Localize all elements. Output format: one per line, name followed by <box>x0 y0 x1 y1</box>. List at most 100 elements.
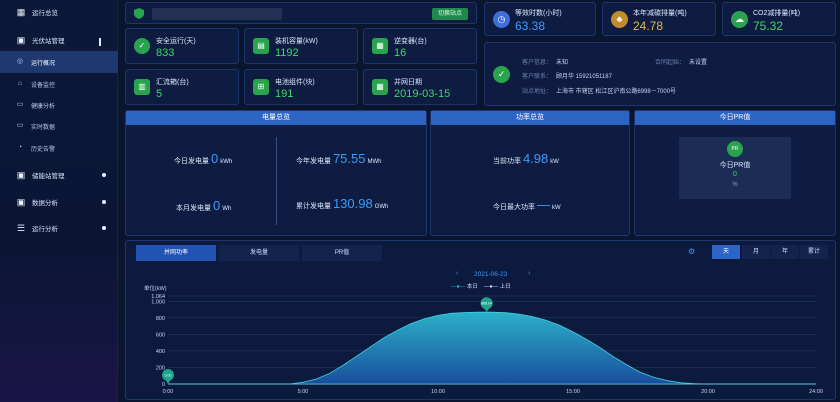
kpi-co2-reduction: ☁ CO2减排量(吨) 75.32 <box>722 2 836 36</box>
month-energy-unit: Wh <box>222 206 232 212</box>
field-key: 站点地址： <box>522 89 553 95</box>
kpi-label: 本年减碳排量(吨) <box>633 10 687 17</box>
pr-icon: PR <box>727 141 743 157</box>
shield-check-icon: ✓ <box>134 38 150 54</box>
dashboard-icon: ▦ <box>16 7 26 17</box>
sidebar-item-label: 历史告警 <box>31 146 56 153</box>
stat-label: 逆变器(台) <box>394 38 427 45</box>
year-energy-unit: MWh <box>367 159 382 165</box>
today-energy-label: 今日发电量 <box>174 158 209 165</box>
sidebar-item-storage[interactable]: ▣ 储能站管理 <box>0 164 118 186</box>
max-power-value: — <box>536 197 550 212</box>
energy-overview-panel: 电量总览 今日发电量 0 kWh 本月发电量 0 Wh 今年发电量 75.55 MWh… <box>125 110 427 236</box>
y-tick-label: 600 <box>156 332 165 338</box>
pr-box: PR 今日PR值 0 % <box>679 137 791 199</box>
sidebar-item-alarms[interactable]: ◔ 历史告警 <box>0 137 118 159</box>
x-tick-label: 5:00 <box>298 389 309 395</box>
stat-value: 833 <box>156 47 175 59</box>
year-energy-value: 75.55 <box>332 151 366 166</box>
marker-label: 0.00 <box>165 374 172 378</box>
calendar-icon: ▦ <box>372 79 388 95</box>
x-tick-label: 24:00 <box>809 389 823 395</box>
expand-dot-icon <box>102 200 106 204</box>
stat-card-safe-days: ✓ 安全运行(天) 833 <box>125 28 239 64</box>
month-energy: 本月发电量 0 Wh <box>176 198 231 213</box>
x-tick-label: 0:00 <box>163 389 174 395</box>
chart-icon: ☰ <box>16 223 26 233</box>
kpi-value: 63.38 <box>515 19 546 33</box>
field-value: 未知 <box>556 60 569 66</box>
field-value: 顾月华 15921051187 <box>556 74 612 80</box>
tree-icon: ♣ <box>611 11 628 28</box>
address-row: 站点地址： 上海市 市辖区 松江区沪南公路6998－7000号 <box>522 86 676 95</box>
kpi-label: CO2减排量(吨) <box>753 10 801 17</box>
stat-value: 5 <box>156 88 163 100</box>
marker-pointer <box>483 307 490 313</box>
contract-row: 合同起始： 未设置 <box>655 57 707 66</box>
sidebar-item-overview[interactable]: ▦ 运行总览 <box>0 1 118 23</box>
stat-value: 1192 <box>275 47 299 59</box>
sidebar-item-run-analysis[interactable]: ☰ 运行分析 <box>0 217 118 239</box>
stat-label: 并网日期 <box>394 79 422 86</box>
total-energy-label: 累计发电量 <box>296 203 331 210</box>
customer-info-panel: ✓ 客户信息： 未知 合同起始： 未设置 客户联系： 顾月华 15921051187 … <box>484 42 836 106</box>
stat-card-grid-date: ▦ 并网日期 2019-03-15 <box>363 69 477 105</box>
total-energy: 累计发电量 130.98 GWh <box>296 196 388 211</box>
sidebar-item-label: 数据分析 <box>32 200 58 207</box>
stat-value: 16 <box>394 47 407 59</box>
pr-unit: % <box>732 182 738 188</box>
today-energy: 今日发电量 0 kWh <box>174 151 232 166</box>
stat-card-capacity: ▤ 装机容量(kW) 1192 <box>244 28 358 64</box>
contact-row: 客户联系： 顾月华 15921051187 <box>522 71 612 80</box>
x-tick-label: 15:00 <box>566 389 580 395</box>
total-energy-unit: GWh <box>374 204 389 210</box>
power-overview-panel: 功率总览 当前功率 4.98 kW 今日最大功率 — kW <box>430 110 630 236</box>
sidebar: ▦ 运行总览 ▣ 光伏站管理 ◎ 运行概况 ⌂ 设备监控 ▭ 健康分析 ▭ 实时… <box>0 0 118 402</box>
stat-card-combiner: ▥ 汇流箱(台) 5 <box>125 69 239 105</box>
battery-icon: ▣ <box>16 170 26 180</box>
site-bar: 切换站点 <box>125 2 477 24</box>
kpi-value: 75.32 <box>753 19 784 33</box>
stat-value: 2019-03-15 <box>394 88 451 100</box>
capacity-icon: ▤ <box>253 38 269 54</box>
marker-label: 868.04 <box>481 302 492 306</box>
month-energy-value: 0 <box>212 198 221 213</box>
sidebar-item-run-status[interactable]: ◎ 运行概况 <box>0 51 118 73</box>
sidebar-item-device-monitor[interactable]: ⌂ 设备监控 <box>0 73 118 95</box>
today-energy-value: 0 <box>210 151 219 166</box>
field-key: 合同起始： <box>655 60 686 66</box>
field-key: 客户信息： <box>522 60 553 66</box>
module-icon: ⊞ <box>253 79 269 95</box>
sidebar-item-label: 储能站管理 <box>32 173 65 180</box>
inverter-icon: ▦ <box>372 38 388 54</box>
analysis-icon: ▣ <box>16 197 26 207</box>
clock-icon: ◷ <box>493 11 510 28</box>
marker-pointer <box>165 379 171 384</box>
area-series-today <box>168 311 816 385</box>
sidebar-item-health[interactable]: ▭ 健康分析 <box>0 94 118 116</box>
collapse-marker <box>99 38 101 46</box>
alarm-icon: ◔ <box>17 144 23 151</box>
pr-label: 今日PR值 <box>719 162 751 169</box>
kpi-label: 等效时数(小时) <box>515 10 562 17</box>
power-chart-panel: 并网功率 发电量 PR值 ⚙ 天 月 年 累计 ‹ 2021-06-23 › —… <box>125 240 836 400</box>
year-energy-label: 今年发电量 <box>296 158 331 165</box>
current-power: 当前功率 4.98 kW <box>493 151 559 166</box>
pr-value: 0 <box>733 171 737 178</box>
sidebar-item-realtime[interactable]: ▭ 实时数据 <box>0 115 118 137</box>
shield-check-icon: ✓ <box>493 66 510 83</box>
stat-value: 191 <box>275 88 294 100</box>
y-tick-label: 200 <box>156 365 165 371</box>
sidebar-item-label: 光伏站管理 <box>32 38 65 45</box>
kpi-value: 24.78 <box>633 19 664 33</box>
field-value: 未设置 <box>689 60 708 66</box>
data-icon: ▭ <box>16 122 24 129</box>
switch-site-button[interactable]: 切换站点 <box>431 8 468 20</box>
sidebar-item-data-analysis[interactable]: ▣ 数据分析 <box>0 191 118 213</box>
shield-icon <box>134 8 144 19</box>
today-energy-unit: kWh <box>220 159 233 165</box>
y-tick-label: 0 <box>162 382 165 388</box>
kpi-equivalent-hours: ◷ 等效时数(小时) 63.38 <box>484 2 596 36</box>
customer-info-row: 客户信息： 未知 <box>522 57 568 66</box>
field-value: 上海市 市辖区 松江区沪南公路6998－7000号 <box>556 89 677 95</box>
